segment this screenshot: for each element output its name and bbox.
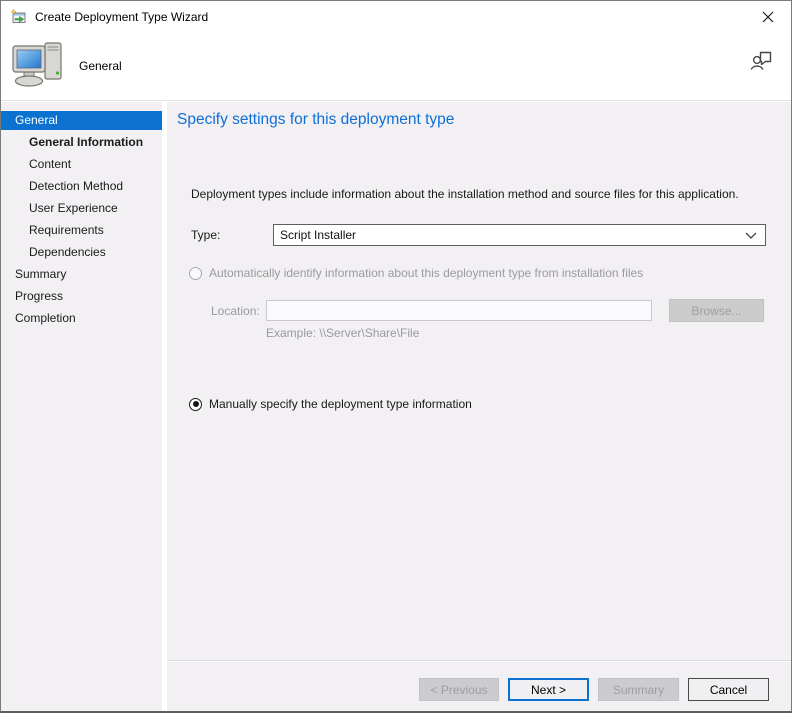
header-page-title: General xyxy=(79,59,122,73)
nav-item-progress[interactable]: Progress xyxy=(1,287,162,306)
close-icon[interactable] xyxy=(745,1,791,32)
type-dropdown[interactable]: Script Installer xyxy=(273,224,766,246)
type-dropdown-value: Script Installer xyxy=(280,228,356,242)
location-label: Location: xyxy=(211,304,260,318)
nav-item-dependencies[interactable]: Dependencies xyxy=(1,243,162,262)
manual-specify-option: Manually specify the deployment type inf… xyxy=(189,397,472,411)
radio-manual-specify[interactable] xyxy=(189,398,202,411)
radio-manual-specify-label: Manually specify the deployment type inf… xyxy=(209,397,472,411)
type-label: Type: xyxy=(191,228,220,242)
nav-item-detection-method[interactable]: Detection Method xyxy=(1,177,162,196)
wizard-app-icon xyxy=(10,9,26,25)
feedback-icon[interactable] xyxy=(749,49,775,75)
footer-separator xyxy=(167,660,791,662)
nav-item-content[interactable]: Content xyxy=(1,155,162,174)
summary-button[interactable]: Summary xyxy=(598,678,679,701)
nav-item-general[interactable]: General xyxy=(1,111,162,130)
nav-item-summary[interactable]: Summary xyxy=(1,265,162,284)
page-heading: Specify settings for this deployment typ… xyxy=(177,111,454,129)
nav-item-completion[interactable]: Completion xyxy=(1,309,162,328)
chevron-down-icon xyxy=(745,232,757,239)
nav-item-requirements[interactable]: Requirements xyxy=(1,221,162,240)
nav-item-general-information[interactable]: General Information xyxy=(1,133,162,152)
title-bar: Create Deployment Type Wizard xyxy=(1,1,791,32)
wizard-header: General xyxy=(1,32,791,101)
computer-icon xyxy=(11,37,67,93)
location-example-text: Example: \\Server\Share\File xyxy=(266,326,419,340)
window-title: Create Deployment Type Wizard xyxy=(35,10,208,24)
previous-button[interactable]: < Previous xyxy=(419,678,499,701)
cancel-button[interactable]: Cancel xyxy=(688,678,769,701)
content-area: Specify settings for this deployment typ… xyxy=(167,102,791,711)
radio-auto-identify-label: Automatically identify information about… xyxy=(209,266,643,280)
next-button[interactable]: Next > xyxy=(508,678,589,701)
browse-button[interactable]: Browse... xyxy=(669,299,764,322)
create-deployment-type-wizard-window: Create Deployment Type Wizard xyxy=(0,0,792,713)
wizard-nav: General General Information Content Dete… xyxy=(1,102,162,711)
description-text: Deployment types include information abo… xyxy=(191,187,771,201)
radio-auto-identify[interactable] xyxy=(189,267,202,280)
nav-item-user-experience[interactable]: User Experience xyxy=(1,199,162,218)
auto-identify-option: Automatically identify information about… xyxy=(189,266,643,280)
location-input[interactable] xyxy=(266,300,652,321)
